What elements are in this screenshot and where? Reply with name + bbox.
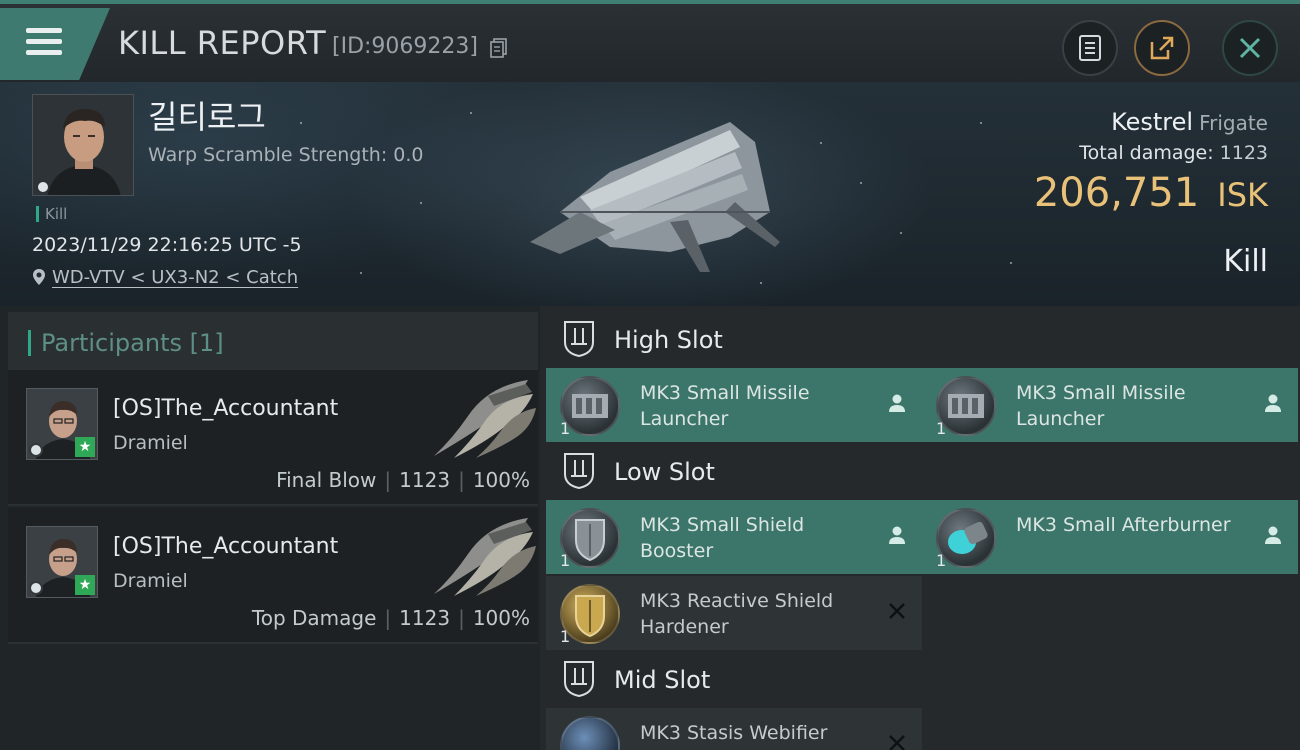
module-quantity: 1 (560, 551, 571, 570)
victim-panel: 길티로그 Warp Scramble Strength: 0.0 Kill 20… (0, 82, 1300, 306)
victim-avatar[interactable] (32, 94, 134, 196)
participant-row[interactable]: ★ [OS]The_Accountant Dramiel Final Blow |… (8, 370, 538, 506)
participant-ship: Dramiel (113, 570, 188, 592)
module-card[interactable]: 1 MK3 Small Missile Launcher (546, 368, 922, 442)
close-button[interactable] (1222, 20, 1278, 76)
ship-name[interactable]: Kestrel (1111, 108, 1193, 136)
participant-row[interactable]: ★ [OS]The_Accountant Dramiel Top Damage |… (8, 508, 538, 644)
participant-percent: 100% (472, 606, 530, 630)
share-button[interactable] (1134, 20, 1190, 76)
module-card[interactable]: 1 MK3 Stasis Webifier (546, 708, 922, 750)
participant-stats: Top Damage | 1123 | 100% (251, 606, 530, 630)
character-portrait-icon (33, 95, 133, 195)
participant-damage: 1123 (399, 468, 451, 492)
participants-header: Participants [1] (8, 312, 538, 370)
kill-timestamp: 2023/11/29 22:16:25 UTC -5 (32, 234, 302, 256)
mid-slot-label: Mid Slot (614, 666, 711, 694)
corp-badge-icon (29, 443, 43, 457)
slot-shield-icon (564, 321, 594, 358)
isk-value: 206,751 ISK (1034, 170, 1268, 216)
low-slot-label: Low Slot (614, 458, 715, 486)
stasis-webifier-icon (560, 716, 620, 750)
page-title: KILL REPORT (118, 24, 327, 62)
module-quantity: 1 (936, 419, 947, 438)
destroyed-x-icon (889, 735, 905, 750)
person-icon (889, 526, 905, 544)
menu-button[interactable] (0, 8, 110, 80)
participant-name[interactable]: [OS]The_Accountant (113, 396, 338, 421)
module-name: MK3 Small Shield Booster (640, 514, 805, 562)
participant-name[interactable]: [OS]The_Accountant (113, 534, 338, 559)
total-damage: Total damage: 1123 (1079, 142, 1268, 164)
module-card[interactable]: 1 MK3 Small Missile Launcher (922, 368, 1298, 442)
ship-class: Frigate (1199, 111, 1268, 135)
person-icon (889, 394, 905, 412)
module-card[interactable]: 1 MK3 Reactive Shield Hardener (546, 576, 922, 650)
person-icon (1265, 394, 1281, 412)
location-pin-icon (33, 269, 45, 285)
participants-count: [1] (189, 329, 224, 357)
location-text: WD-VTV < UX3-N2 < Catch (52, 267, 299, 288)
total-damage-label: Total damage: (1079, 142, 1214, 164)
close-icon (1239, 37, 1261, 59)
module-card[interactable]: 1 MK3 Small Shield Booster (546, 500, 922, 574)
share-icon (1150, 36, 1174, 60)
slot-shield-icon (564, 453, 594, 490)
dramiel-ship-image (434, 518, 536, 596)
dramiel-ship-image (434, 380, 536, 458)
kill-tag: Kill (36, 206, 67, 222)
kill-location-link[interactable]: WD-VTV < UX3-N2 < Catch (32, 267, 298, 288)
participant-damage: 1123 (399, 606, 451, 630)
report-id: [ID:9069223] (332, 34, 478, 59)
document-icon (1079, 35, 1101, 61)
module-quantity: 1 (936, 551, 947, 570)
corp-badge-icon (29, 581, 43, 595)
fittings-panel: High Slot 1 MK3 Small Missile Launcher 1… (540, 306, 1300, 750)
participant-percent: 100% (472, 468, 530, 492)
destroyed-x-icon (889, 603, 905, 619)
module-quantity: 1 (560, 419, 571, 438)
participant-stats: Final Blow | 1123 | 100% (276, 468, 530, 492)
slot-shield-icon (564, 661, 594, 698)
module-name: MK3 Small Missile Launcher (1016, 382, 1186, 430)
victim-ship-name: Kestrel Frigate (1111, 108, 1268, 136)
top-bar: KILL REPORT [ID:9069223] (0, 0, 1300, 82)
victim-name[interactable]: 길티로그 (148, 92, 266, 138)
star-icon: ★ (75, 575, 95, 595)
isk-amount: 206,751 (1033, 170, 1200, 216)
total-damage-value: 1123 (1219, 142, 1268, 164)
participants-title: Participants [1] (28, 330, 224, 356)
module-card[interactable]: 1 MK3 Small Afterburner (922, 500, 1298, 574)
module-name: MK3 Small Afterburner (1016, 514, 1231, 536)
warp-scramble-strength: Warp Scramble Strength: 0.0 (148, 144, 424, 166)
victim-ship-image (530, 122, 780, 272)
participant-avatar[interactable]: ★ (26, 388, 98, 460)
module-name: MK3 Small Missile Launcher (640, 382, 810, 430)
module-name: MK3 Stasis Webifier (640, 722, 828, 744)
participant-role: Final Blow (276, 468, 377, 492)
copy-icon[interactable] (490, 38, 508, 58)
kill-result: Kill (1223, 244, 1268, 279)
participant-avatar[interactable]: ★ (26, 526, 98, 598)
report-button[interactable] (1062, 20, 1118, 76)
hamburger-icon (26, 28, 62, 56)
participants-panel: Participants [1] ★ [OS]The_Accountant Dr… (0, 306, 540, 750)
high-slot-label: High Slot (614, 326, 723, 354)
participant-ship: Dramiel (113, 432, 188, 454)
module-quantity: 1 (560, 627, 571, 646)
person-icon (1265, 526, 1281, 544)
star-icon: ★ (75, 437, 95, 457)
isk-unit: ISK (1217, 176, 1268, 214)
participant-role: Top Damage (251, 606, 377, 630)
module-name: MK3 Reactive Shield Hardener (640, 590, 834, 638)
